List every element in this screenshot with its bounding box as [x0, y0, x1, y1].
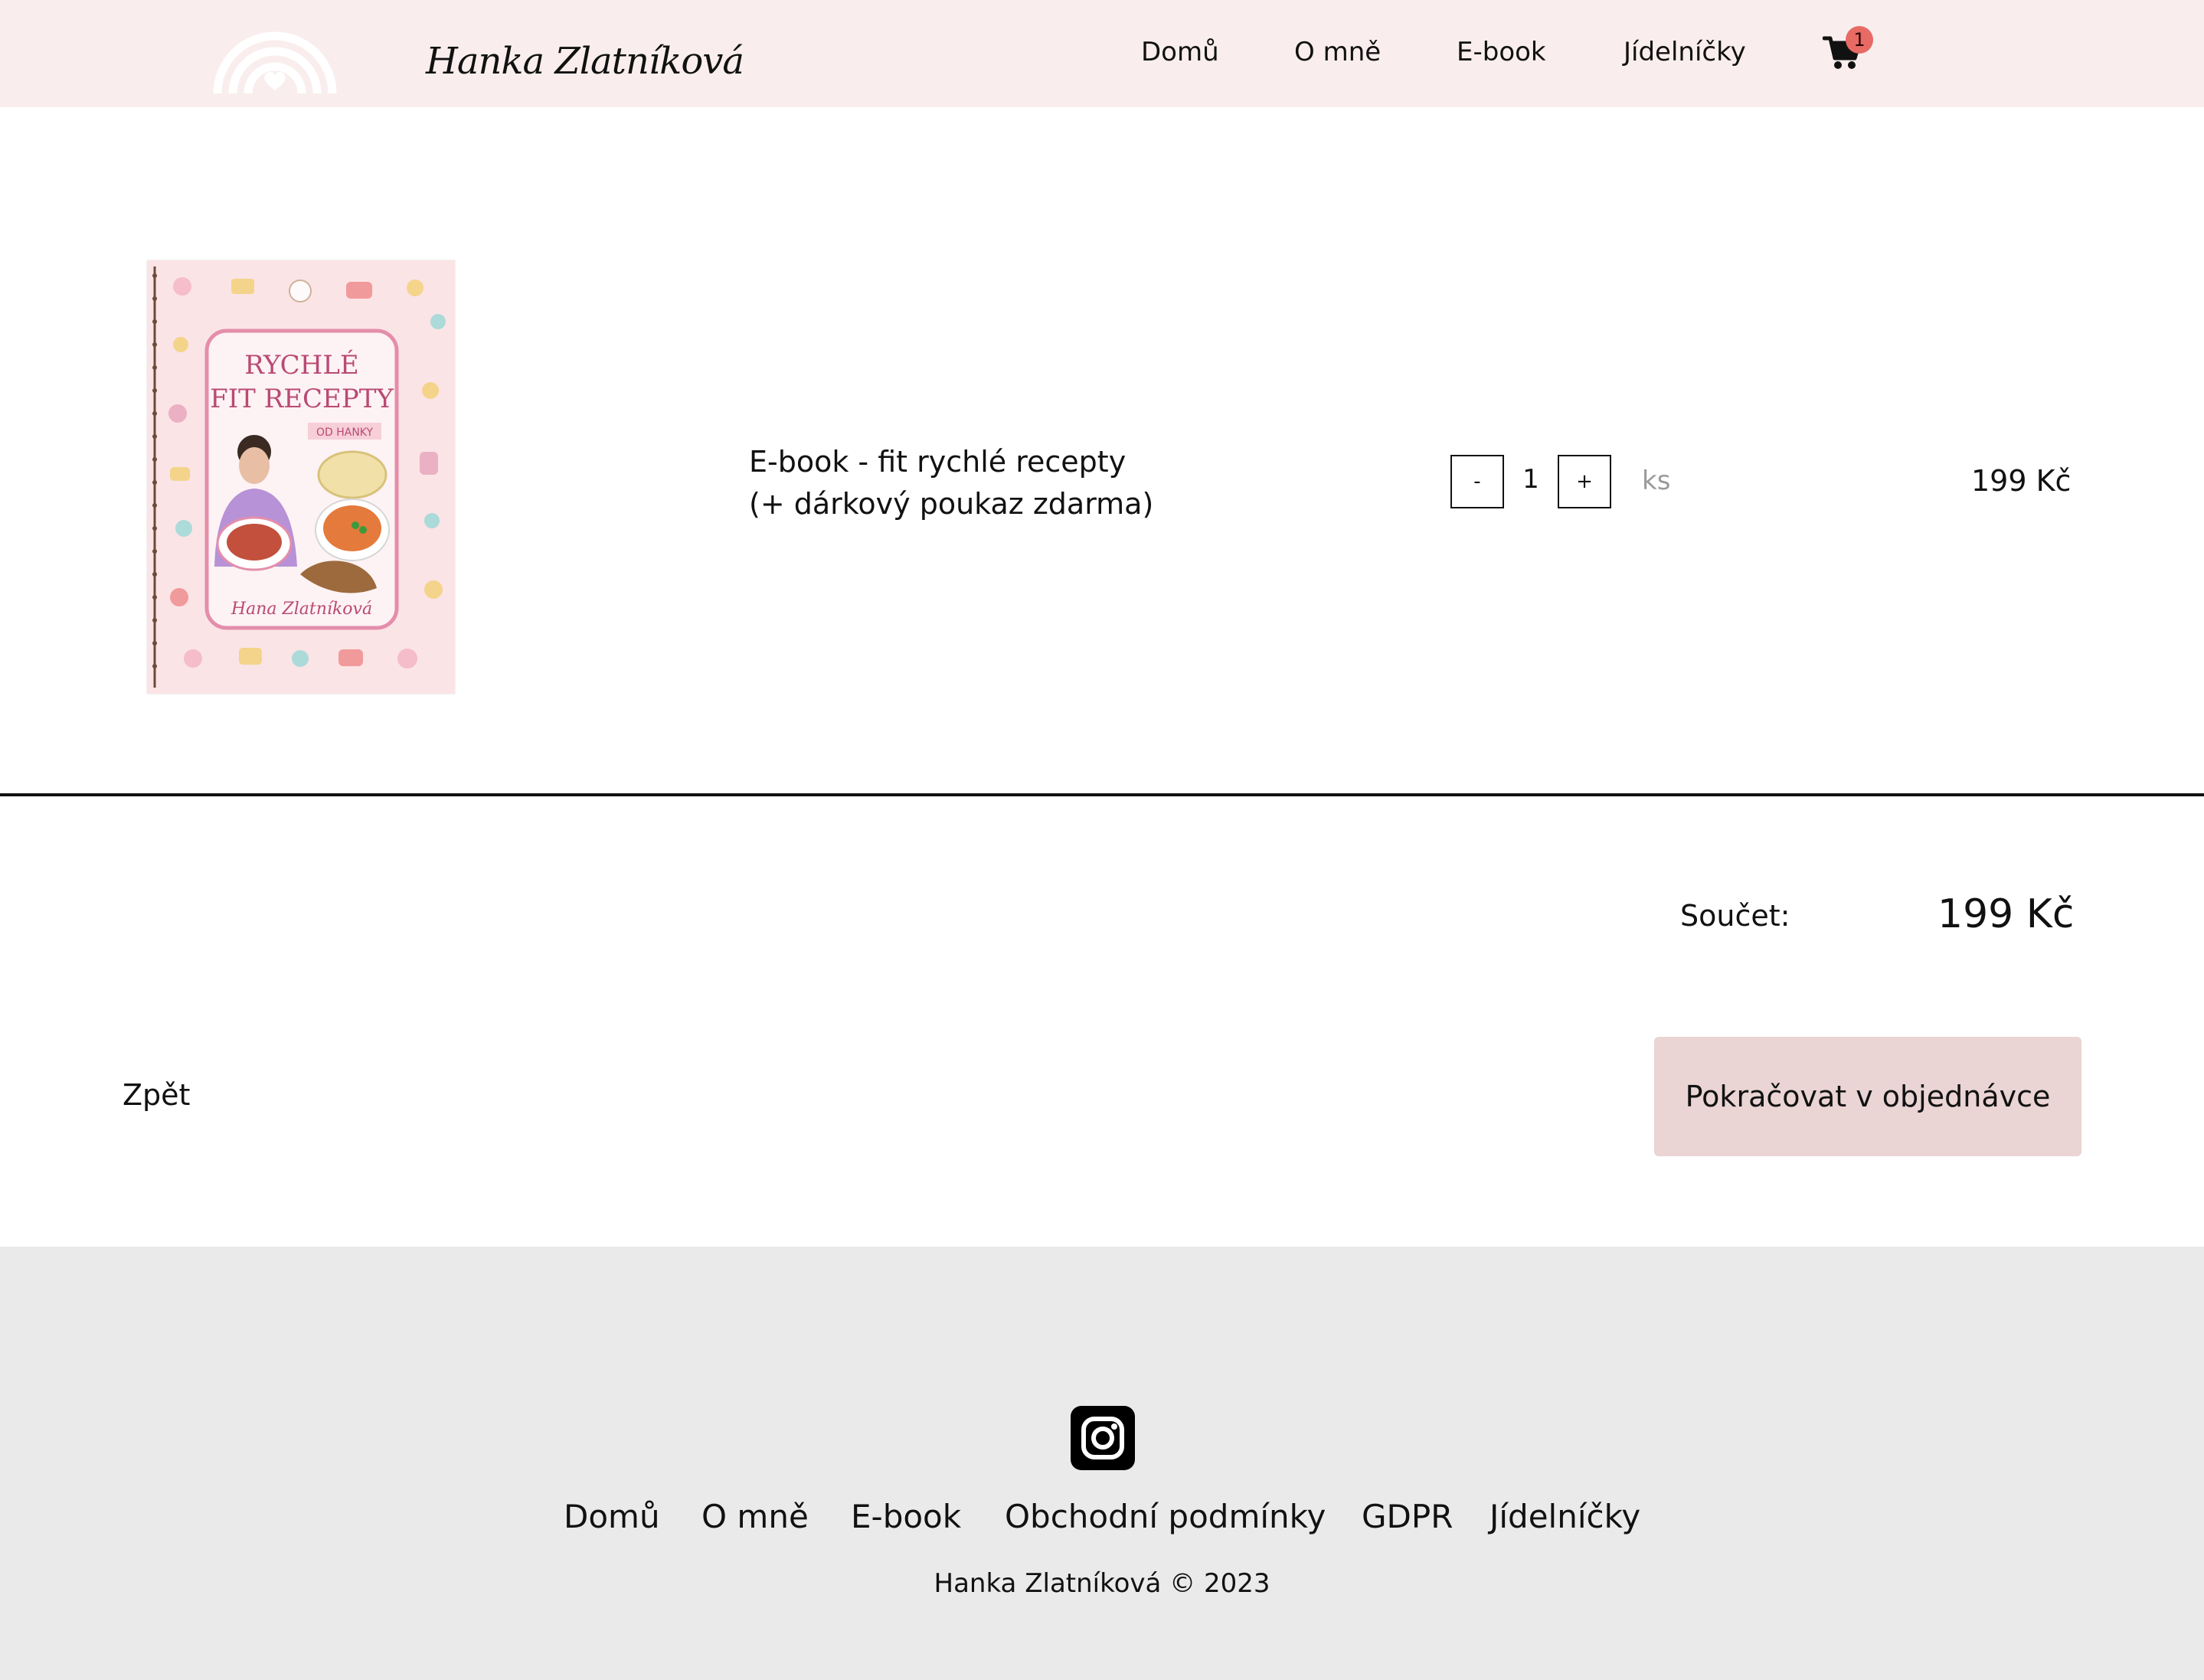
footer-nav-terms[interactable]: Obchodní podmínky — [1005, 1498, 1326, 1535]
quantity-decrease-button[interactable]: - — [1450, 455, 1504, 508]
quantity-increase-button[interactable]: + — [1558, 455, 1611, 508]
product-title-line1: E-book - fit rychlé recepty — [749, 445, 1127, 479]
cover-author: Hana Zlatníková — [231, 600, 372, 619]
quantity-unit: ks — [1642, 466, 1671, 496]
footer-nav-gdpr[interactable]: GDPR — [1362, 1498, 1453, 1535]
site-header: Hanka Zlatníková Domů O mně E-book Jídel… — [0, 0, 2204, 107]
continue-order-button[interactable]: Pokračovat v objednávce — [1654, 1037, 2081, 1156]
nav-home[interactable]: Domů — [1141, 37, 1219, 67]
nav-menus[interactable]: Jídelníčky — [1624, 37, 1746, 67]
ebook-cover-image: RYCHLÉ FIT RECEPTY OD HANKY Hana Zlatník… — [147, 260, 455, 694]
cart-divider — [0, 793, 2204, 796]
copyright-text: Hanka Zlatníková © 2023 — [934, 1568, 1270, 1599]
product-title: E-book - fit rychlé recepty (+ dárkový p… — [749, 441, 1178, 525]
product-title-line2: (+ dárkový poukaz zdarma) — [749, 487, 1154, 521]
quantity-value: 1 — [1522, 464, 1539, 495]
footer-nav-ebook[interactable]: E-book — [851, 1498, 961, 1535]
cart-page: Hanka Zlatníková Domů O mně E-book Jídel… — [0, 0, 2204, 1680]
cover-title-line2: FIT RECEPTY — [210, 384, 394, 414]
instagram-icon[interactable] — [1071, 1406, 1135, 1470]
footer-nav-home[interactable]: Domů — [564, 1498, 660, 1535]
brand-name[interactable]: Hanka Zlatníková — [426, 40, 744, 83]
rainbow-logo-icon[interactable] — [211, 14, 338, 93]
footer-nav-about[interactable]: O mně — [701, 1498, 809, 1535]
cover-title-line1: RYCHLÉ — [244, 349, 358, 381]
back-link[interactable]: Zpět — [123, 1078, 190, 1112]
nav-ebook[interactable]: E-book — [1457, 37, 1546, 67]
footer-nav-menus[interactable]: Jídelníčky — [1489, 1498, 1640, 1535]
cart-count-badge: 1 — [1846, 26, 1873, 54]
nav-about[interactable]: O mně — [1294, 37, 1381, 67]
total-value: 199 Kč — [1937, 891, 2075, 937]
cover-subtitle: OD HANKY — [316, 427, 374, 439]
item-price: 199 Kč — [1971, 464, 2072, 498]
total-label: Součet: — [1680, 899, 1790, 933]
